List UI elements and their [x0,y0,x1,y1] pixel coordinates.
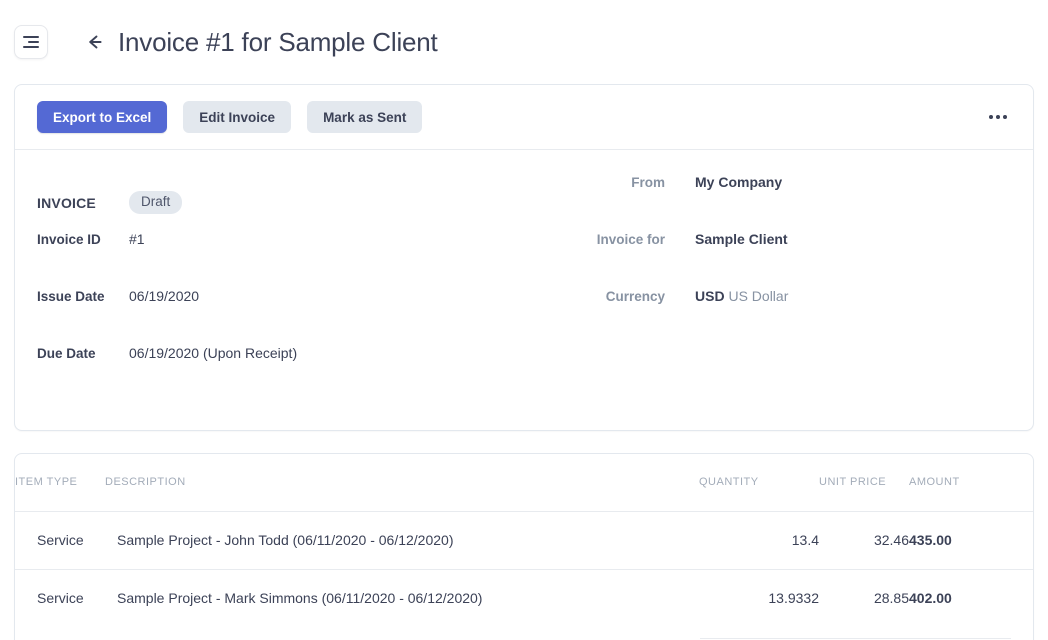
invoice-actions-toolbar: Export to Excel Edit Invoice Mark as Sen… [15,85,1033,150]
ellipsis-dot-1 [989,115,993,119]
invoice-for-row: Invoice for Sample Client [524,231,995,288]
cell-amount: 435.00 [909,511,1033,569]
ellipsis-icon[interactable] [985,109,1011,125]
invoice-details: INVOICE Draft Invoice ID #1 Issue Date 0… [15,150,1033,430]
table-row[interactable]: Service Sample Project - Mark Simmons (0… [15,569,1033,627]
currency-value: USD US Dollar [695,288,995,304]
top-bar: Invoice #1 for Sample Client [0,0,1048,84]
due-date-label: Due Date [37,346,129,361]
currency-name: US Dollar [728,288,788,304]
edit-invoice-button[interactable]: Edit Invoice [183,101,291,133]
issue-date-label: Issue Date [37,289,129,304]
invoice-heading-label: INVOICE [37,195,129,211]
cell-description: Sample Project - Mark Simmons (06/11/202… [105,569,699,627]
hamburger-icon-line-3 [23,46,39,48]
cell-quantity: 13.4 [699,511,819,569]
invoice-details-right-column: From My Company Invoice for Sample Clien… [524,174,1011,402]
ellipsis-dot-2 [996,115,1000,119]
hamburger-icon-line-1 [23,36,39,38]
mark-as-sent-button[interactable]: Mark as Sent [307,101,422,133]
invoice-id-row: Invoice ID #1 [37,231,524,288]
invoice-heading-row: INVOICE Draft [37,174,524,231]
invoice-id-label: Invoice ID [37,232,129,247]
cell-item-type: Service [15,511,105,569]
column-header-unit-price: UNIT PRICE [819,454,909,511]
table-row[interactable]: Service Sample Project - John Todd (06/1… [15,511,1033,569]
from-row: From My Company [524,174,995,231]
invoice-for-label: Invoice for [597,232,665,247]
line-items-card: ITEM TYPE DESCRIPTION QUANTITY UNIT PRIC… [14,453,1034,640]
invoice-for-value: Sample Client [695,231,995,247]
cell-unit-price: 28.85 [819,569,909,627]
page-title: Invoice #1 for Sample Client [118,27,438,58]
line-items-table-header: ITEM TYPE DESCRIPTION QUANTITY UNIT PRIC… [15,454,1033,511]
status-badge: Draft [129,191,182,215]
column-header-quantity: QUANTITY [699,454,819,511]
line-items-table-body: Service Sample Project - John Todd (06/1… [15,511,1033,627]
invoice-details-left-column: INVOICE Draft Invoice ID #1 Issue Date 0… [37,174,524,402]
invoice-summary-card: Export to Excel Edit Invoice Mark as Sen… [14,84,1034,431]
cell-amount: 402.00 [909,569,1033,627]
due-date-value: 06/19/2020 (Upon Receipt) [129,345,297,361]
export-to-excel-button[interactable]: Export to Excel [37,101,167,133]
currency-row: Currency USD US Dollar [524,288,995,345]
hamburger-icon-line-2 [28,41,39,43]
line-items-table: ITEM TYPE DESCRIPTION QUANTITY UNIT PRIC… [15,454,1033,627]
invoice-totals: Amount Due 837.00 USD [15,627,1033,640]
from-label: From [631,175,665,190]
hamburger-menu-button[interactable] [14,25,48,59]
column-header-description: DESCRIPTION [105,454,699,511]
currency-code: USD [695,288,725,304]
invoice-id-value: #1 [129,231,145,247]
column-header-amount: AMOUNT [909,454,1033,511]
issue-date-value: 06/19/2020 [129,288,199,304]
table-header-row: ITEM TYPE DESCRIPTION QUANTITY UNIT PRIC… [15,454,1033,511]
from-value: My Company [695,174,995,190]
issue-date-row: Issue Date 06/19/2020 [37,288,524,345]
ellipsis-dot-3 [1003,115,1007,119]
cell-item-type: Service [15,569,105,627]
cell-description: Sample Project - John Todd (06/11/2020 -… [105,511,699,569]
back-arrow-icon[interactable] [84,31,106,53]
cell-unit-price: 32.46 [819,511,909,569]
currency-label: Currency [606,289,665,304]
due-date-row: Due Date 06/19/2020 (Upon Receipt) [37,345,524,402]
column-header-item-type: ITEM TYPE [15,454,105,511]
cell-quantity: 13.9332 [699,569,819,627]
